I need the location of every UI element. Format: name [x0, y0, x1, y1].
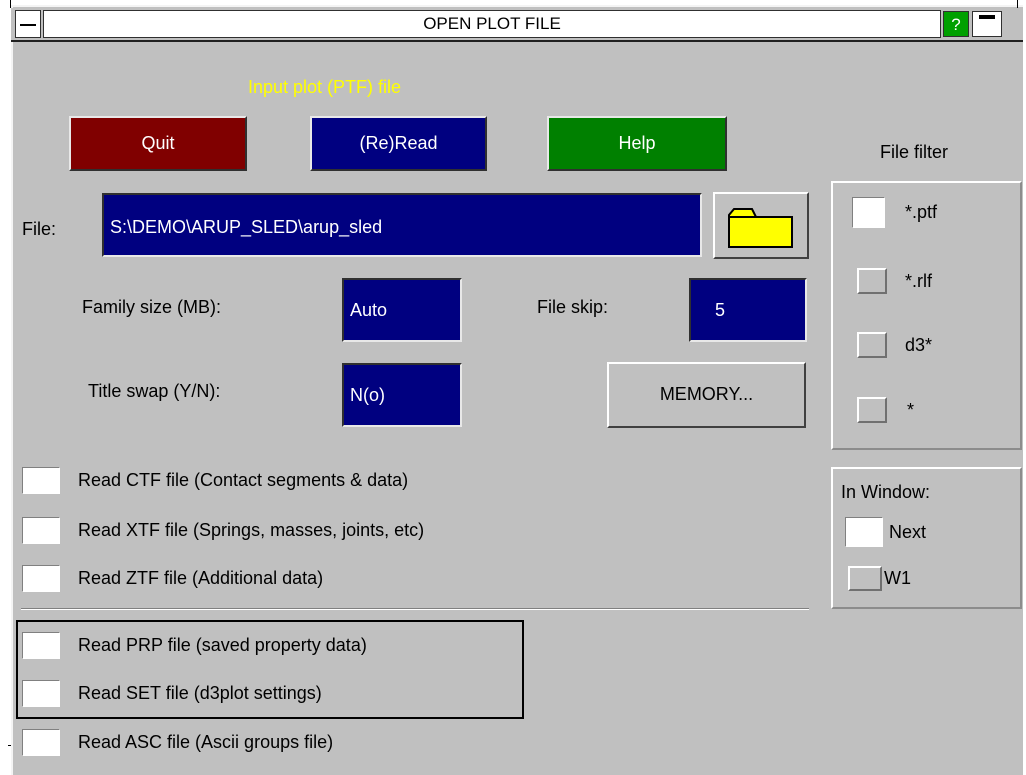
frame-tick	[1017, 0, 1018, 8]
filter-ptf-toggle[interactable]	[852, 197, 885, 228]
filter-all-toggle[interactable]	[857, 397, 887, 423]
window-w1-toggle[interactable]	[848, 566, 882, 591]
file-label: File:	[22, 219, 57, 239]
read-ctf-label: Read CTF file (Contact segments & data)	[78, 470, 409, 490]
window-next-toggle[interactable]	[845, 517, 883, 547]
read-ztf-label: Read ZTF file (Additional data)	[78, 568, 324, 588]
minimize-button[interactable]	[972, 11, 1002, 37]
filter-rlf-label: *.rlf	[905, 271, 932, 291]
folder-icon	[728, 208, 793, 248]
quit-button[interactable]: Quit	[69, 116, 247, 171]
window-title: OPEN PLOT FILE	[43, 10, 941, 38]
filter-ptf-label: *.ptf	[905, 202, 938, 222]
reread-button[interactable]: (Re)Read	[310, 116, 487, 171]
file-skip-input[interactable]: 5	[689, 278, 807, 342]
in-window-title: In Window:	[841, 482, 931, 502]
filter-d3-label: d3*	[905, 335, 933, 355]
dash-icon	[20, 24, 36, 26]
help-button[interactable]: Help	[547, 116, 727, 171]
file-filter-title: File filter	[880, 142, 949, 162]
browse-folder-button[interactable]	[713, 192, 809, 259]
system-menu-button[interactable]	[15, 10, 41, 38]
window-next-label: Next	[889, 522, 927, 542]
dialog-subtitle: Input plot (PTF) file	[248, 77, 402, 97]
title-swap-label: Title swap (Y/N):	[88, 381, 221, 401]
minimize-icon	[979, 15, 995, 19]
family-size-input[interactable]: Auto	[342, 278, 462, 342]
title-swap-input[interactable]: N(o)	[342, 363, 462, 427]
help-question-button[interactable]: ?	[943, 11, 969, 37]
title-bar: OPEN PLOT FILE ?	[11, 8, 1023, 42]
frame-tick	[10, 0, 11, 8]
window-w1-label: W1	[884, 568, 911, 588]
memory-button[interactable]: MEMORY...	[607, 362, 806, 428]
read-asc-label: Read ASC file (Ascii groups file)	[78, 732, 334, 752]
read-prp-label: Read PRP file (saved property data)	[78, 635, 367, 655]
frame-tick	[8, 745, 11, 746]
family-size-label: Family size (MB):	[82, 297, 221, 317]
read-xtf-label: Read XTF file (Springs, masses, joints, …	[78, 520, 425, 540]
read-asc-checkbox[interactable]	[22, 729, 60, 756]
read-set-checkbox[interactable]	[22, 680, 60, 707]
file-path-input[interactable]: S:\DEMO\ARUP_SLED\arup_sled	[102, 193, 702, 257]
separator-highlight	[21, 609, 809, 610]
read-prp-checkbox[interactable]	[22, 632, 60, 659]
read-set-label: Read SET file (d3plot settings)	[78, 683, 322, 703]
filter-d3-toggle[interactable]	[857, 332, 887, 358]
read-ctf-checkbox[interactable]	[22, 467, 60, 494]
filter-all-label: *	[907, 400, 915, 420]
read-ztf-checkbox[interactable]	[22, 565, 60, 592]
read-xtf-checkbox[interactable]	[22, 517, 60, 544]
filter-rlf-toggle[interactable]	[857, 268, 887, 294]
file-skip-label: File skip:	[537, 297, 609, 317]
